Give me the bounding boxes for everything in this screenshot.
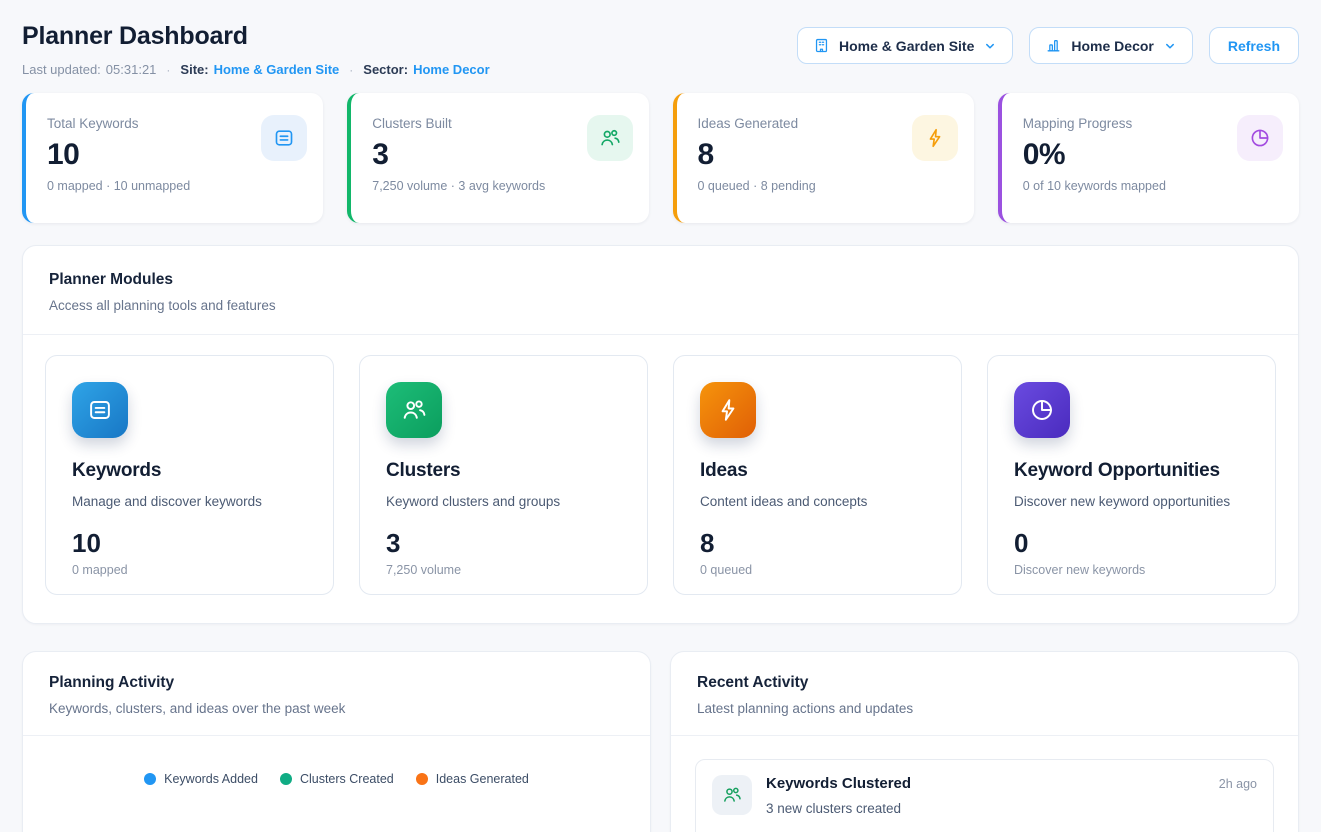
page-title: Planner Dashboard bbox=[22, 22, 490, 51]
stat-sub: 7,250 volume · 3 avg keywords bbox=[372, 179, 545, 193]
refresh-label: Refresh bbox=[1228, 38, 1280, 54]
divider bbox=[23, 735, 650, 736]
recent-activity-subtitle: Latest planning actions and updates bbox=[697, 701, 1272, 716]
module-card-keyword-opportunities[interactable]: Keyword Opportunities Discover new keywo… bbox=[987, 355, 1276, 595]
stat-value: 3 bbox=[372, 138, 545, 172]
legend-item-ideas-generated[interactable]: Ideas Generated bbox=[416, 772, 529, 786]
stat-label: Clusters Built bbox=[372, 116, 545, 131]
planning-activity-title: Planning Activity bbox=[49, 674, 624, 692]
module-value-sub: 0 mapped bbox=[72, 563, 307, 577]
stat-card-clusters-built: Clusters Built 3 7,250 volume · 3 avg ke… bbox=[347, 93, 648, 223]
planning-activity-panel: Planning Activity Keywords, clusters, an… bbox=[22, 651, 651, 832]
document-icon bbox=[261, 115, 307, 161]
stat-label: Ideas Generated bbox=[698, 116, 816, 131]
module-value-sub: 7,250 volume bbox=[386, 563, 621, 577]
sector-selector-button[interactable]: Home Decor bbox=[1029, 27, 1192, 64]
lightning-icon bbox=[912, 115, 958, 161]
legend-dot-icon bbox=[280, 773, 292, 785]
users-icon bbox=[587, 115, 633, 161]
module-description: Discover new keyword opportunities bbox=[1014, 494, 1249, 509]
module-title: Keyword Opportunities bbox=[1014, 460, 1249, 482]
activity-description: 3 new clusters created bbox=[766, 801, 1257, 816]
refresh-button[interactable]: Refresh bbox=[1209, 27, 1299, 64]
modules-subtitle: Access all planning tools and features bbox=[49, 298, 1272, 313]
sector-link[interactable]: Home Decor bbox=[413, 62, 490, 77]
users-icon bbox=[712, 775, 752, 815]
header: Planner Dashboard Last updated: 05:31:21… bbox=[22, 20, 1299, 77]
modules-title: Planner Modules bbox=[49, 271, 1272, 289]
module-card-ideas[interactable]: Ideas Content ideas and concepts 8 0 que… bbox=[673, 355, 962, 595]
module-description: Manage and discover keywords bbox=[72, 494, 307, 509]
module-value: 8 bbox=[700, 528, 935, 559]
lightning-icon bbox=[700, 382, 756, 438]
stat-value: 8 bbox=[698, 138, 816, 172]
sector-label: Sector: bbox=[363, 62, 408, 77]
module-value: 3 bbox=[386, 528, 621, 559]
module-title: Keywords bbox=[72, 460, 307, 482]
last-updated-label: Last updated: bbox=[22, 62, 101, 77]
module-value: 10 bbox=[72, 528, 307, 559]
planner-dashboard: Planner Dashboard Last updated: 05:31:21… bbox=[0, 0, 1321, 832]
site-label: Site: bbox=[180, 62, 208, 77]
stats-row: Total Keywords 10 0 mapped · 10 unmapped… bbox=[22, 93, 1299, 223]
module-title: Clusters bbox=[386, 460, 621, 482]
stat-card-mapping-progress: Mapping Progress 0% 0 of 10 keywords map… bbox=[998, 93, 1299, 223]
chevron-down-icon bbox=[983, 39, 997, 53]
meta-separator: · bbox=[349, 63, 353, 77]
pie-chart-icon bbox=[1014, 382, 1070, 438]
module-value-sub: 0 queued bbox=[700, 563, 935, 577]
stat-sub: 0 mapped · 10 unmapped bbox=[47, 179, 190, 193]
site-selector-button[interactable]: Home & Garden Site bbox=[797, 27, 1013, 64]
module-card-keywords[interactable]: Keywords Manage and discover keywords 10… bbox=[45, 355, 334, 595]
site-selector-label: Home & Garden Site bbox=[839, 38, 974, 54]
site-link[interactable]: Home & Garden Site bbox=[214, 62, 340, 77]
module-value-sub: Discover new keywords bbox=[1014, 563, 1249, 577]
recent-activity-title: Recent Activity bbox=[697, 674, 1272, 692]
header-meta: Last updated: 05:31:21 · Site: Home & Ga… bbox=[22, 62, 490, 77]
module-title: Ideas bbox=[700, 460, 935, 482]
document-icon bbox=[72, 382, 128, 438]
legend-dot-icon bbox=[416, 773, 428, 785]
stat-sub: 0 of 10 keywords mapped bbox=[1023, 179, 1166, 193]
module-value: 0 bbox=[1014, 528, 1249, 559]
bar-chart-icon bbox=[1045, 37, 1062, 54]
module-card-clusters[interactable]: Clusters Keyword clusters and groups 3 7… bbox=[359, 355, 648, 595]
stat-card-ideas-generated: Ideas Generated 8 0 queued · 8 pending bbox=[673, 93, 974, 223]
stat-label: Total Keywords bbox=[47, 116, 190, 131]
legend-dot-icon bbox=[144, 773, 156, 785]
activity-title: Keywords Clustered bbox=[766, 775, 911, 792]
last-updated-value: 05:31:21 bbox=[106, 62, 157, 77]
planning-activity-chart: Keywords Added Clusters Created Ideas Ge… bbox=[23, 772, 650, 832]
planner-modules-panel: Planner Modules Access all planning tool… bbox=[22, 245, 1299, 624]
chevron-down-icon bbox=[1163, 39, 1177, 53]
module-description: Content ideas and concepts bbox=[700, 494, 935, 509]
legend-item-clusters-created[interactable]: Clusters Created bbox=[280, 772, 394, 786]
module-description: Keyword clusters and groups bbox=[386, 494, 621, 509]
building-icon bbox=[813, 37, 830, 54]
legend-item-keywords-added[interactable]: Keywords Added bbox=[144, 772, 258, 786]
divider bbox=[671, 735, 1298, 736]
recent-activity-panel: Recent Activity Latest planning actions … bbox=[670, 651, 1299, 832]
chart-legend: Keywords Added Clusters Created Ideas Ge… bbox=[23, 772, 650, 786]
pie-chart-icon bbox=[1237, 115, 1283, 161]
sector-selector-label: Home Decor bbox=[1071, 38, 1153, 54]
stat-value: 10 bbox=[47, 138, 190, 172]
stat-label: Mapping Progress bbox=[1023, 116, 1166, 131]
header-left: Planner Dashboard Last updated: 05:31:21… bbox=[22, 20, 490, 77]
stat-value: 0% bbox=[1023, 138, 1166, 172]
stat-card-total-keywords: Total Keywords 10 0 mapped · 10 unmapped bbox=[22, 93, 323, 223]
stat-sub: 0 queued · 8 pending bbox=[698, 179, 816, 193]
planning-activity-subtitle: Keywords, clusters, and ideas over the p… bbox=[49, 701, 624, 716]
meta-separator: · bbox=[166, 63, 170, 77]
header-actions: Home & Garden Site Home Decor Refresh bbox=[797, 27, 1299, 64]
users-icon bbox=[386, 382, 442, 438]
activity-time: 2h ago bbox=[1219, 777, 1257, 791]
activity-item: Keywords Clustered 2h ago 3 new clusters… bbox=[695, 759, 1274, 832]
